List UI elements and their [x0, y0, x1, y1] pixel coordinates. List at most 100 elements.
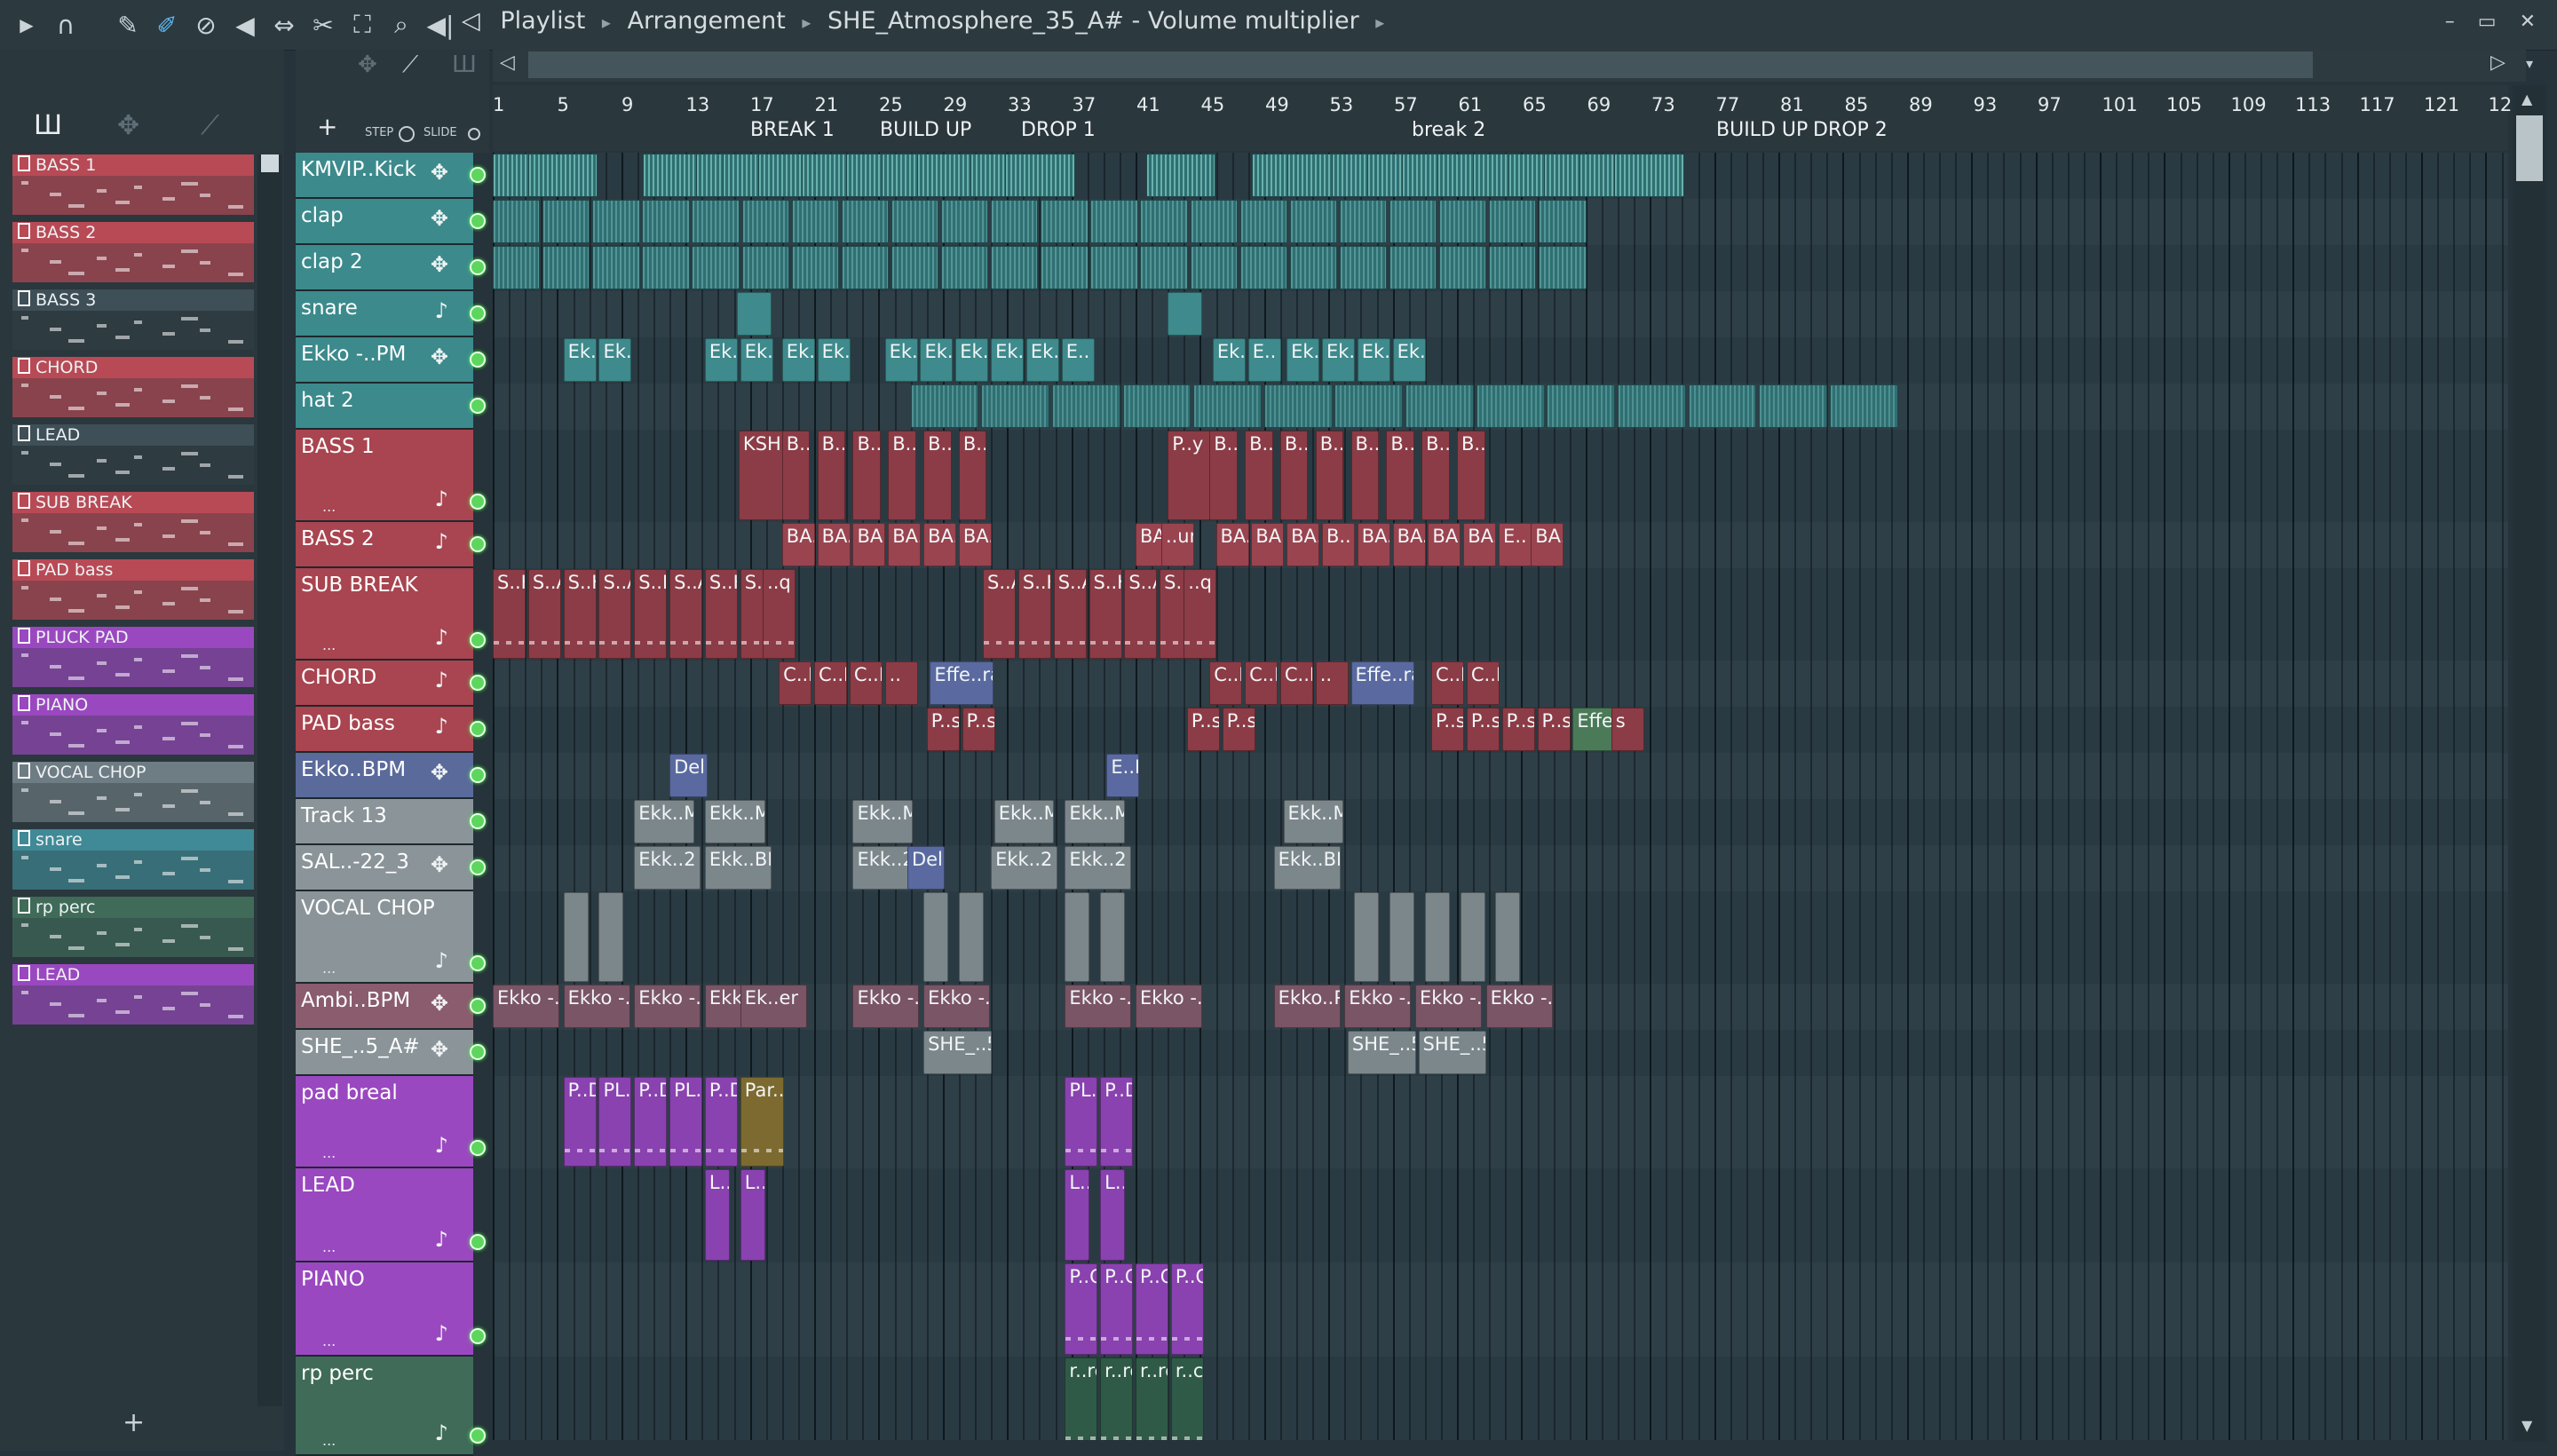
track-more-icon[interactable]: ...	[322, 1238, 336, 1255]
pattern-list-scrollbar[interactable]	[257, 154, 282, 1406]
clip[interactable]	[1389, 246, 1437, 289]
slice-icon[interactable]: ✂	[305, 7, 341, 43]
clip[interactable]: Ek..	[884, 338, 918, 382]
clip[interactable]	[542, 200, 590, 243]
scroll-right-icon[interactable]: ▷	[2490, 51, 2506, 74]
clip[interactable]: C..D	[1466, 661, 1500, 705]
clip[interactable]	[1041, 200, 1089, 243]
clip[interactable]	[841, 200, 890, 243]
clip[interactable]: B..	[1421, 431, 1450, 520]
track-enable-toggle[interactable]	[470, 398, 486, 414]
track-enable-toggle[interactable]	[470, 536, 486, 552]
track-enable-toggle[interactable]	[470, 1428, 486, 1444]
arrangement-marker[interactable]: BREAK 1	[750, 119, 835, 141]
clip[interactable]	[891, 246, 939, 289]
scroll-down-icon[interactable]: ▼	[2521, 1417, 2532, 1434]
clip[interactable]: Ek..	[563, 338, 597, 382]
clip[interactable]: Ekko -..PM	[1344, 985, 1412, 1028]
clip[interactable]: r..c	[1170, 1357, 1204, 1440]
clip[interactable]	[1100, 892, 1126, 982]
clip[interactable]: C..D	[1245, 661, 1278, 705]
clip[interactable]	[1460, 892, 1485, 982]
clip[interactable]: PL..D	[1065, 1077, 1098, 1167]
clip[interactable]: E..	[1499, 523, 1532, 566]
clip[interactable]: B..	[852, 431, 882, 520]
clip[interactable]: C..D	[1279, 661, 1313, 705]
add-pattern-button[interactable]: +	[123, 1407, 145, 1438]
clip[interactable]: B..	[1386, 431, 1414, 520]
clip[interactable]	[1289, 246, 1338, 289]
clip[interactable]: Ek..	[704, 338, 738, 382]
clip[interactable]: Ek..r	[740, 338, 773, 382]
clip[interactable]	[1041, 246, 1089, 289]
play-arrow-icon[interactable]: ▶	[9, 7, 44, 43]
clip[interactable]	[891, 200, 939, 243]
track-header[interactable]: SHE_..5_A# ✥	[296, 1030, 486, 1076]
paint-brush-icon[interactable]: ✐	[149, 7, 185, 43]
clip[interactable]	[1614, 154, 1684, 197]
pattern-item[interactable]: BASS 2	[12, 222, 254, 282]
clip[interactable]: P..s	[1431, 708, 1465, 751]
pattern-item[interactable]: PAD bass	[12, 559, 254, 620]
track-more-icon[interactable]: ...	[322, 1144, 336, 1161]
clip[interactable]: ..	[1315, 661, 1349, 705]
clip[interactable]: S..AK	[983, 569, 1017, 659]
clip[interactable]: B..	[923, 431, 952, 520]
track-lane[interactable]	[493, 1030, 2508, 1078]
clip[interactable]: B..	[958, 431, 987, 520]
clip[interactable]: Effe..ram X	[1350, 661, 1414, 705]
track-header[interactable]: SAL..-22_3 ✥	[296, 845, 486, 891]
pattern-item[interactable]: CHORD	[12, 357, 254, 417]
clip[interactable]	[791, 200, 839, 243]
clip[interactable]	[1389, 892, 1414, 982]
clip[interactable]: C..D	[1431, 661, 1465, 705]
clip[interactable]: B..	[1209, 431, 1238, 520]
clip[interactable]	[1354, 892, 1380, 982]
clip[interactable]	[563, 892, 589, 982]
arrangement-marker[interactable]: BUILD UP	[880, 119, 971, 141]
clip[interactable]	[1190, 200, 1238, 243]
clip[interactable]: r..rc	[1100, 1357, 1134, 1440]
pattern-item[interactable]: LEAD	[12, 424, 254, 485]
clip[interactable]: Ek..	[817, 338, 851, 382]
clip[interactable]: Ekk..M #2	[1065, 800, 1126, 843]
clip[interactable]: SHE_..5_A#	[1418, 1031, 1487, 1074]
track-header[interactable]: SUB BREAK ♪...	[296, 568, 486, 661]
pattern-item[interactable]: VOCAL CHOP	[12, 762, 254, 822]
clip[interactable]: Ekk..2 BPM	[634, 846, 701, 890]
clip[interactable]	[493, 246, 541, 289]
clip[interactable]: Ek..er	[740, 985, 807, 1028]
clip[interactable]: ..	[884, 661, 918, 705]
track-header[interactable]: pad breal ♪...	[296, 1076, 486, 1168]
track-header[interactable]: hat 2	[296, 384, 486, 430]
track-enable-toggle[interactable]	[470, 859, 486, 875]
clip[interactable]: E..M	[1106, 754, 1140, 797]
breadcrumb-item[interactable]: SHE_Atmosphere_35_A#	[827, 7, 1124, 35]
clip[interactable]: BA..	[1357, 523, 1390, 566]
clip[interactable]: P..s	[1222, 708, 1255, 751]
clip[interactable]	[991, 200, 1039, 243]
arrangement-marker[interactable]: BUILD UP	[1716, 119, 1808, 141]
track-enable-toggle[interactable]	[470, 1140, 486, 1156]
clip[interactable]: Ek..	[1212, 338, 1246, 382]
add-track-button[interactable]: +	[317, 112, 337, 141]
clip[interactable]	[527, 154, 598, 197]
clip[interactable]: E..	[1247, 338, 1281, 382]
clip[interactable]	[1140, 246, 1188, 289]
clip[interactable]	[1539, 246, 1587, 289]
track-header[interactable]: Ambi..BPM ✥	[296, 984, 486, 1030]
clip[interactable]: B..	[1321, 523, 1355, 566]
clip[interactable]	[692, 246, 740, 289]
clip[interactable]: P..s	[1186, 708, 1220, 751]
clip[interactable]: Ekko -..PM	[923, 985, 991, 1028]
clip[interactable]: Ekk..M #2	[634, 800, 695, 843]
track-header[interactable]: Ekko -..PM ✥	[296, 337, 486, 384]
select-icon[interactable]: ⛶	[344, 7, 380, 43]
clip[interactable]: P..O	[1100, 1263, 1134, 1355]
pattern-item[interactable]: PIANO	[12, 694, 254, 755]
close-icon[interactable]: ✕	[2520, 11, 2536, 33]
track-enable-toggle[interactable]	[470, 813, 486, 829]
clip[interactable]: BA..	[888, 523, 922, 566]
clip[interactable]	[542, 246, 590, 289]
clip[interactable]: SHE_..5	[923, 1031, 992, 1074]
